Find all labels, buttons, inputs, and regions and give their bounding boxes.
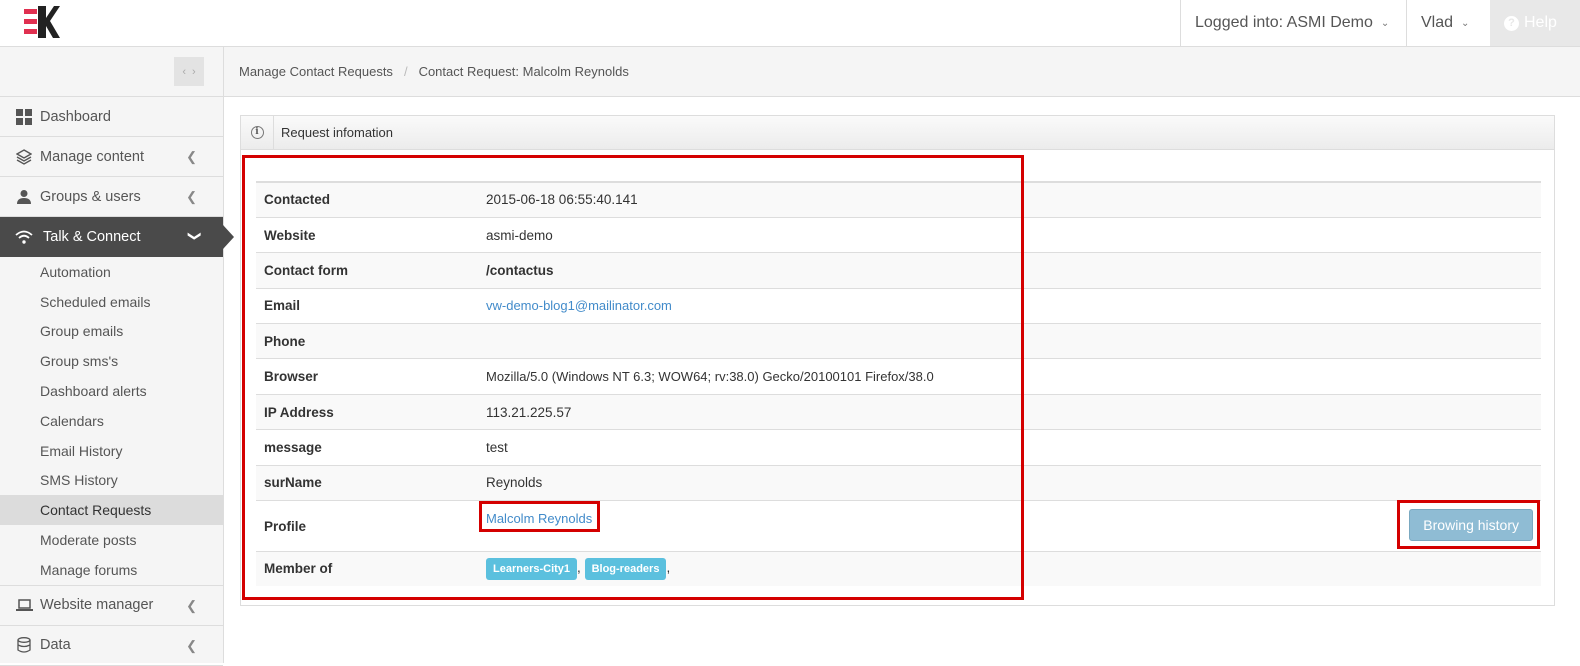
layers-icon: [15, 148, 33, 165]
submenu-item-calendars[interactable]: Calendars: [0, 406, 223, 436]
chevron-down-icon: ⌄: [1461, 17, 1470, 29]
submenu-item-sms-history[interactable]: SMS History: [0, 466, 223, 496]
submenu-item-group-sms[interactable]: Group sms's: [0, 346, 223, 376]
breadcrumb-link-manage-contact-requests[interactable]: Manage Contact Requests: [239, 64, 393, 79]
chevron-right-icon: ›: [192, 65, 196, 78]
panel-title: Request infomation: [281, 125, 394, 140]
question-icon: ?: [1504, 15, 1519, 31]
sidebar-item-website-manager[interactable]: Website manager ❮: [0, 586, 223, 626]
laptop-icon: [15, 597, 33, 613]
chevron-left-icon: ❮: [186, 637, 197, 653]
logged-into-label: Logged into: ASMI Demo: [1195, 14, 1373, 31]
annotation-box-request-details: [242, 155, 1024, 600]
submenu-item-scheduled-emails[interactable]: Scheduled emails: [0, 287, 223, 317]
chevron-left-icon: ❮: [186, 149, 197, 164]
submenu-item-automation[interactable]: Automation: [0, 257, 223, 287]
user-dropdown[interactable]: Vlad ⌄: [1406, 0, 1490, 46]
submenu-item-moderate-posts[interactable]: Moderate posts: [0, 525, 223, 555]
sidebar-item-data[interactable]: Data ❮: [0, 626, 223, 666]
submenu-item-group-emails[interactable]: Group emails: [0, 317, 223, 347]
chevron-down-icon: ⌄: [1380, 17, 1390, 29]
sidebar-item-label: Data: [40, 637, 71, 654]
help-label: Help: [1524, 14, 1557, 31]
sidebar-item-label: Groups & users: [40, 188, 141, 205]
user-name: Vlad: [1421, 14, 1454, 31]
sidebar-item-label: Dashboard: [40, 108, 111, 125]
panel-header: i Request infomation: [241, 115, 1554, 150]
submenu-item-manage-forums[interactable]: Manage forums: [0, 555, 223, 585]
submenu-item-dashboard-alerts[interactable]: Dashboard alerts: [0, 376, 223, 406]
sidebar-item-dashboard[interactable]: Dashboard: [0, 97, 223, 137]
account-dropdown[interactable]: Logged into: ASMI Demo ⌄: [1180, 0, 1406, 46]
grid-icon: [15, 108, 33, 125]
sidebar-item-talk-connect[interactable]: Talk & Connect ❮: [0, 217, 234, 257]
user-icon: [15, 189, 33, 205]
database-icon: [15, 637, 33, 653]
logo-icon[interactable]: [24, 6, 60, 38]
wifi-icon: [15, 229, 33, 245]
submenu-item-contact-requests[interactable]: Contact Requests: [0, 495, 223, 526]
breadcrumb: Manage Contact Requests / Contact Reques…: [224, 47, 1580, 97]
sidebar-item-label: Talk & Connect: [43, 229, 141, 245]
annotation-box-profile-link: [479, 501, 600, 532]
breadcrumb-current: Contact Request: Malcolm Reynolds: [418, 64, 629, 79]
info-icon: i: [241, 115, 274, 150]
sidebar-item-manage-content[interactable]: Manage content ❮: [0, 137, 223, 177]
top-bar: Logged into: ASMI Demo ⌄ Vlad ⌄ ? Help: [0, 0, 1580, 47]
sidebar-item-label: Manage content: [40, 148, 144, 165]
chevron-left-icon: ❮: [186, 189, 197, 204]
breadcrumb-separator: /: [403, 64, 408, 79]
chevron-down-icon: ❮: [185, 230, 201, 242]
sidebar: ‹ › Dashboard Manage content ❮ Groups & …: [0, 47, 234, 666]
help-button[interactable]: ? Help: [1490, 0, 1580, 46]
sidebar-item-label: Website manager: [40, 597, 154, 614]
chevron-left-icon: ‹: [182, 65, 186, 78]
talk-connect-submenu: Automation Scheduled emails Group emails…: [0, 257, 223, 586]
sidebar-item-groups-users[interactable]: Groups & users ❮: [0, 177, 223, 217]
sidebar-header: ‹ ›: [0, 47, 223, 97]
annotation-box-browsing-history: [1397, 500, 1540, 549]
sidebar-collapse-toggle[interactable]: ‹ ›: [174, 57, 204, 86]
chevron-left-icon: ❮: [186, 597, 197, 613]
submenu-item-email-history[interactable]: Email History: [0, 436, 223, 466]
